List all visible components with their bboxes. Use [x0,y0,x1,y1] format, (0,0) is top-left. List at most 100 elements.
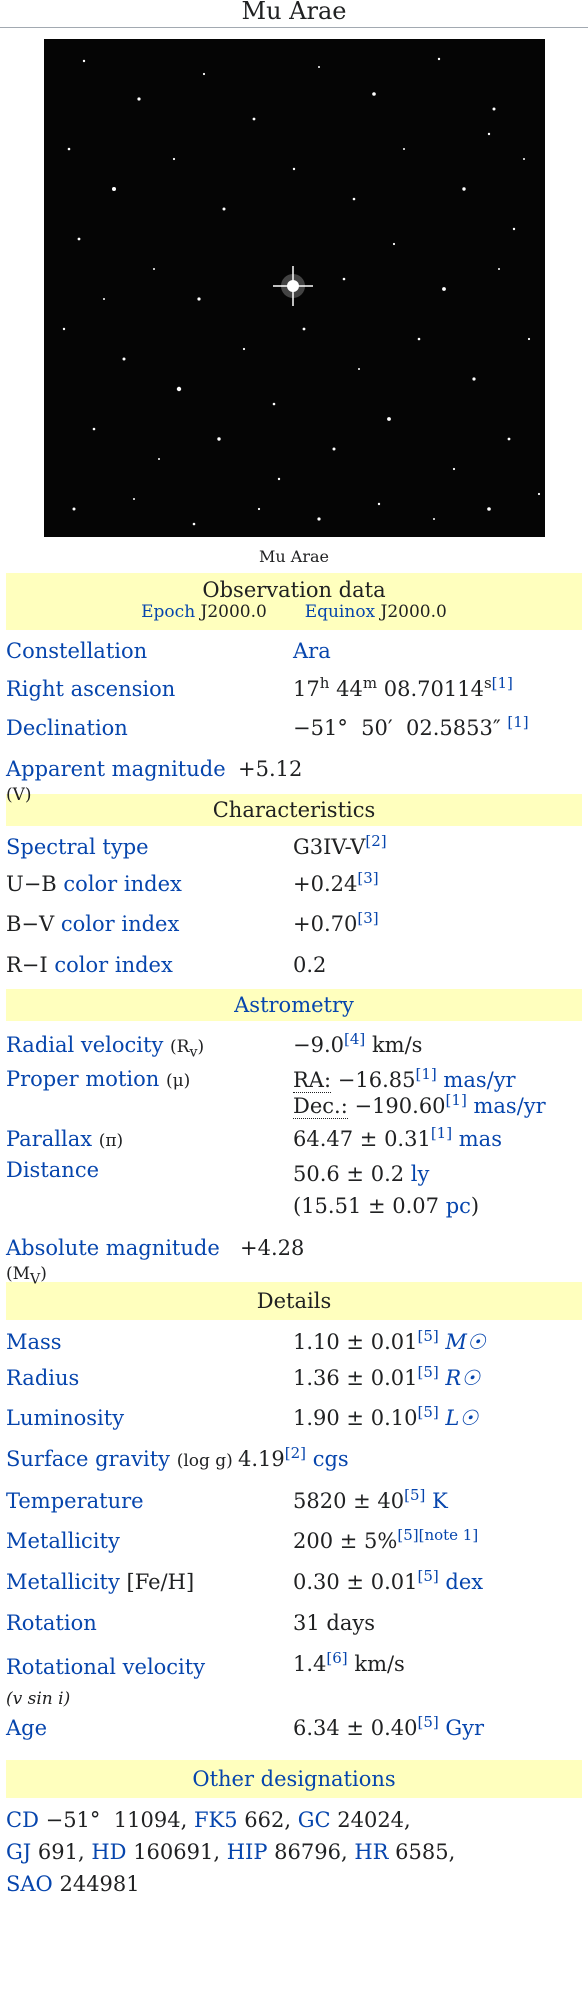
proper-motion-symbol: (μ) [165,1071,191,1091]
absolute-magnitude-value: +4.28 [240,1236,305,1260]
distance-pc-unit-link[interactable]: pc [446,1194,471,1218]
row-radius: Radius 1.36 ± 0.01[5] R☉ [6,1361,582,1402]
spectral-type-link[interactable]: Spectral type [6,835,149,859]
age-link[interactable]: Age [6,1716,47,1740]
ub-prefix: U−B [6,872,57,896]
distance-ly-unit-link[interactable]: ly [411,1162,430,1186]
pm-dec-ref[interactable]: [1] [446,1091,467,1109]
astrometry-title-link[interactable]: Astrometry [234,993,354,1017]
radial-velocity-link[interactable]: Radial velocity [6,1033,163,1057]
pm-dec-unit-link[interactable]: mas/yr [473,1094,545,1118]
apparent-magnitude-band: (V) [6,785,32,805]
row-right-ascension: Right ascension 17h 44m 08.70114s[1] [6,674,513,702]
designation-fk5-link[interactable]: FK5 [194,1808,238,1832]
row-ub-color-index: U−B color index +0.24[3] [6,867,582,908]
equinox-link[interactable]: Equinox [305,602,375,622]
row-apparent-magnitude: Apparent magnitude (V) +5.12 [6,753,582,805]
radial-velocity-unit: km/s [371,1033,423,1057]
gyr-unit-link[interactable]: Gyr [445,1716,484,1740]
other-designations-title-link[interactable]: Other designations [192,1767,395,1791]
distance-link[interactable]: Distance [6,1158,99,1182]
radius-link[interactable]: Radius [6,1366,79,1390]
designation-gc-link[interactable]: GC [298,1808,331,1832]
surface-gravity-unit-link[interactable]: cgs [313,1447,349,1471]
pm-ra-ref[interactable]: [1] [415,1065,436,1083]
distance-ly-value: 50.6 ± 0.2 [293,1162,405,1186]
row-absolute-magnitude: Absolute magnitude (MV) +4.28 [6,1230,582,1287]
metallicity-link[interactable]: Metallicity [6,1529,120,1553]
rotation-link[interactable]: Rotation [6,1611,97,1635]
temperature-ref[interactable]: [5] [404,1486,425,1504]
solar-luminosity-unit-link[interactable]: L☉ [445,1406,478,1430]
kelvin-unit-link[interactable]: K [432,1489,448,1513]
pm-ra-value: −16.85 [337,1068,416,1092]
radial-velocity-ref[interactable]: [4] [344,1030,365,1048]
designation-sao-link[interactable]: SAO [6,1872,53,1896]
radius-ref[interactable]: [5] [417,1363,438,1381]
solar-mass-unit-link[interactable]: M☉ [445,1330,485,1354]
absolute-magnitude-link[interactable]: Absolute magnitude [6,1236,220,1260]
observation-data-title: Observation data [202,578,386,602]
bv-ref[interactable]: [3] [357,909,378,927]
solar-radius-unit-link[interactable]: R☉ [445,1366,480,1390]
metallicity-value: 200 ± 5% [293,1529,398,1553]
star-field-image[interactable] [43,39,545,537]
declination-link[interactable]: Declination [6,716,128,740]
ub-ref[interactable]: [3] [357,869,378,887]
designation-hip-link[interactable]: HIP [227,1840,268,1864]
bv-value: +0.70 [293,912,358,936]
temperature-link[interactable]: Temperature [6,1489,144,1513]
mass-ref[interactable]: [5] [417,1327,438,1345]
row-proper-motion: Proper motion (μ) RA: −16.85[1] mas/yr D… [6,1065,582,1123]
radius-value: 1.36 ± 0.01 [293,1366,418,1390]
epoch-link[interactable]: Epoch [141,602,195,622]
apparent-magnitude-link[interactable]: Apparent magnitude [6,757,226,781]
metallicity-ref[interactable]: [5][note 1] [397,1526,478,1544]
designation-hd-link[interactable]: HD [91,1840,126,1864]
designation-cd-link[interactable]: CD [6,1808,39,1832]
ra-hours: 17 [293,677,320,701]
parallax-ref[interactable]: [1] [431,1124,452,1142]
bv-color-index-link[interactable]: color index [61,912,179,936]
row-constellation: Constellation Ara [6,630,582,671]
metallicity-feh-link[interactable]: Metallicity [6,1570,120,1594]
luminosity-link[interactable]: Luminosity [6,1406,124,1430]
ra-ref[interactable]: [1] [492,674,513,692]
constellation-link[interactable]: Constellation [6,639,147,663]
designation-gj-link[interactable]: GJ [6,1840,31,1864]
right-ascension-link[interactable]: Right ascension [6,677,175,701]
epoch-value: J2000.0 [200,602,267,622]
row-parallax: Parallax (π) 64.47 ± 0.31[1] mas [6,1123,582,1158]
parallax-link[interactable]: Parallax [6,1127,92,1151]
rotational-velocity-link[interactable]: Rotational velocity [6,1655,205,1679]
constellation-value-link[interactable]: Ara [293,639,331,663]
luminosity-ref[interactable]: [5] [417,1403,438,1421]
surface-gravity-link[interactable]: Surface gravity [6,1447,170,1471]
ub-color-index-link[interactable]: color index [63,872,181,896]
designations-list: CD −51° 11094, FK5 662, GC 24024, GJ 691… [6,1808,456,1896]
age-value: 6.34 ± 0.40 [293,1716,418,1740]
spectral-type-value[interactable]: G3IV-V [293,835,365,859]
equinox-value: J2000.0 [380,602,447,622]
row-age: Age 6.34 ± 0.40[5] Gyr [6,1712,582,1754]
declination-ref[interactable]: [1] [507,713,528,731]
mass-link[interactable]: Mass [6,1330,62,1354]
dex-unit-link[interactable]: dex [445,1570,483,1594]
surface-gravity-ref[interactable]: [2] [285,1444,306,1462]
metallicity-feh-symbol: [Fe/H] [126,1570,195,1594]
age-ref[interactable]: [5] [417,1713,438,1731]
ri-color-index-link[interactable]: color index [54,953,172,977]
pm-ra-label[interactable]: RA: [293,1068,332,1093]
spectral-type-ref[interactable]: [2] [365,832,386,850]
parallax-unit-link[interactable]: mas [459,1127,502,1151]
designation-hr-link[interactable]: HR [354,1840,388,1864]
proper-motion-link[interactable]: Proper motion [6,1067,159,1091]
row-temperature: Temperature 5820 ± 40[5] K [6,1484,582,1525]
rotational-velocity-ref[interactable]: [6] [326,1649,347,1667]
rotational-velocity-value: 1.4 [293,1652,327,1676]
metallicity-feh-ref[interactable]: [5] [417,1567,438,1585]
pm-ra-unit-link[interactable]: mas/yr [443,1068,515,1092]
pm-dec-label[interactable]: Dec.: [293,1094,348,1119]
luminosity-value: 1.90 ± 0.10 [293,1406,418,1430]
row-spectral-type: Spectral type G3IV-V[2] [6,826,582,867]
